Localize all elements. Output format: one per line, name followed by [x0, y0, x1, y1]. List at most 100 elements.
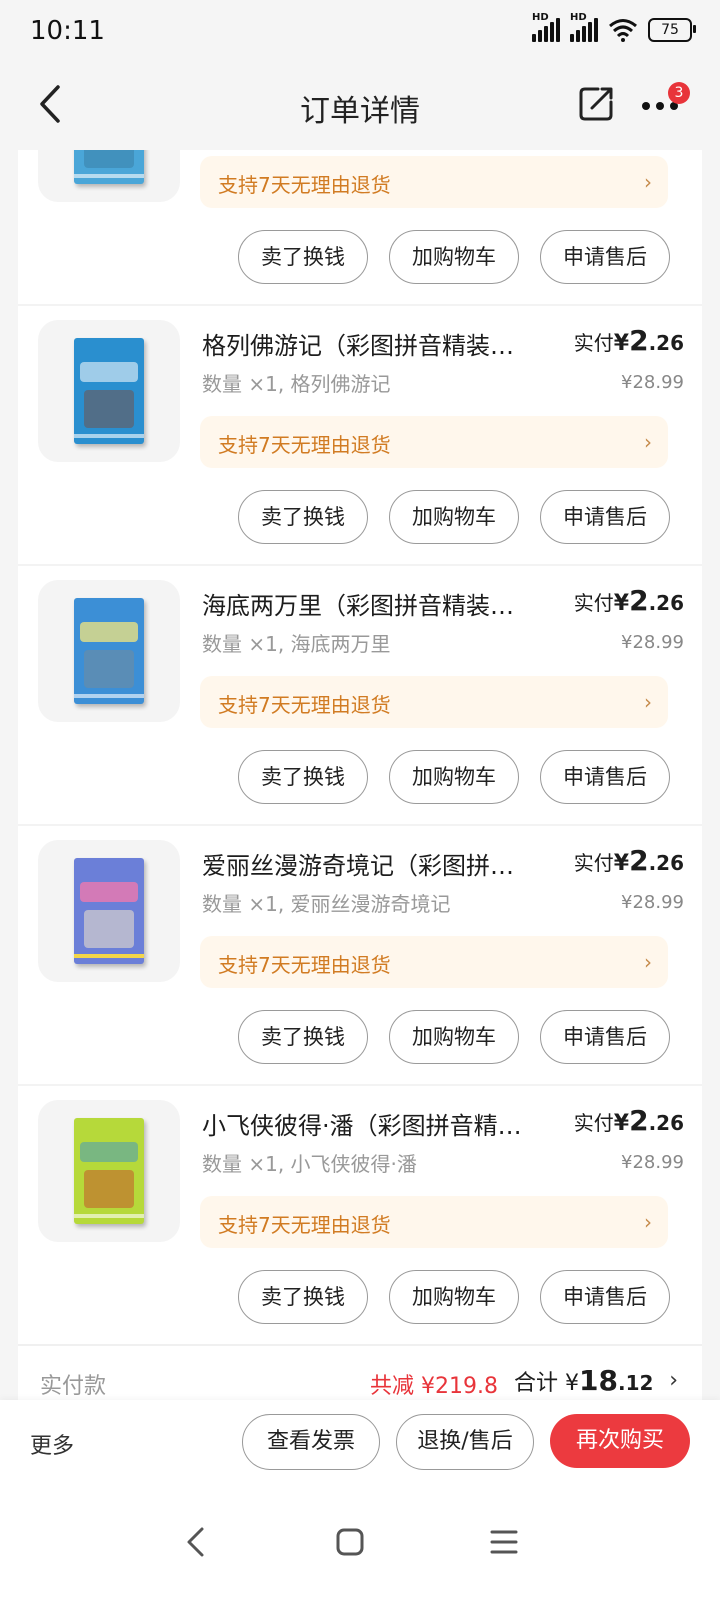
- product-thumbnail[interactable]: [38, 580, 180, 722]
- signal-icon: HD: [532, 12, 560, 42]
- chevron-right-icon: ›: [644, 690, 652, 714]
- after-sales-button[interactable]: 申请售后: [540, 230, 670, 284]
- return-policy-row[interactable]: 支持7天无理由退货 ›: [200, 936, 668, 988]
- return-policy-row[interactable]: 支持7天无理由退货 ›: [200, 1196, 668, 1248]
- return-policy-row[interactable]: 支持7天无理由退货 ›: [200, 156, 668, 208]
- chevron-right-icon: ›: [644, 1210, 652, 1234]
- buy-again-button[interactable]: 再次购买: [550, 1414, 690, 1468]
- original-price: ¥28.99: [621, 1152, 684, 1173]
- return-policy-row[interactable]: 支持7天无理由退货 ›: [200, 676, 668, 728]
- return-policy-text: 支持7天无理由退货: [218, 1213, 391, 1237]
- after-sales-button[interactable]: 申请售后: [540, 750, 670, 804]
- sell-button[interactable]: 卖了换钱: [238, 230, 368, 284]
- sell-button[interactable]: 卖了换钱: [238, 1010, 368, 1064]
- order-item: 格列佛游记（彩图拼音精装… 实付¥2.26 数量 ×1, 格列佛游记 ¥28.9…: [18, 306, 702, 566]
- book-cover-image: [74, 338, 144, 444]
- after-sales-button[interactable]: 申请售后: [540, 1270, 670, 1324]
- product-name[interactable]: 爱丽丝漫游奇境记（彩图拼…: [202, 846, 562, 881]
- more-dots-icon: [642, 102, 678, 110]
- book-cover-image: [74, 150, 144, 184]
- paid-price: 实付¥2.26: [574, 844, 684, 877]
- price-integer: 2: [629, 1104, 649, 1137]
- add-to-cart-button[interactable]: 加购物车: [389, 1010, 519, 1064]
- return-after-sales-button[interactable]: 退换/售后: [396, 1414, 534, 1470]
- payment-summary-row[interactable]: 实付款 共减 ¥219.8 合计 ¥18.12 ›: [18, 1344, 702, 1400]
- order-item: 小飞侠彼得·潘（彩图拼音精… 实付¥2.26 数量 ×1, 小飞侠彼得·潘 ¥2…: [18, 1086, 702, 1346]
- system-nav-bar: [0, 1484, 720, 1600]
- paid-amount-label: 实付款: [40, 1374, 107, 1399]
- product-thumbnail[interactable]: [38, 840, 180, 982]
- quantity-text: 数量 ×1, 海底两万里: [202, 632, 391, 656]
- product-thumbnail[interactable]: [38, 1100, 180, 1242]
- add-to-cart-button[interactable]: 加购物车: [389, 1270, 519, 1324]
- nav-header: 订单详情 3: [0, 64, 720, 150]
- order-item: 海底两万里（彩图拼音精装… 实付¥2.26 数量 ×1, 海底两万里 ¥28.9…: [18, 566, 702, 826]
- bottom-action-bar: 更多 查看发票 退换/售后 再次购买: [0, 1400, 720, 1484]
- nav-menu-icon: [490, 1530, 518, 1554]
- chevron-right-icon: ›: [644, 950, 652, 974]
- return-policy-row[interactable]: 支持7天无理由退货 ›: [200, 416, 668, 468]
- price-integer: 2: [629, 584, 649, 617]
- paid-label: 实付: [573, 591, 614, 615]
- after-sales-button[interactable]: 申请售后: [540, 1010, 670, 1064]
- share-button[interactable]: [576, 84, 616, 124]
- sell-button[interactable]: 卖了换钱: [238, 750, 368, 804]
- after-sales-button[interactable]: 申请售后: [540, 490, 670, 544]
- book-cover-image: [74, 1118, 144, 1224]
- total-amount: 合计 ¥18.12: [514, 1364, 653, 1397]
- order-items-card: 支持7天无理由退货 › 卖了换钱 加购物车 申请售后 格列佛游记（彩图拼音精装……: [18, 150, 702, 1400]
- quantity-text: 数量 ×1, 爱丽丝漫游奇境记: [202, 892, 451, 916]
- view-invoice-button[interactable]: 查看发票: [242, 1414, 380, 1470]
- paid-price: 实付¥2.26: [574, 324, 684, 357]
- total-integer: 18: [579, 1364, 618, 1397]
- currency-symbol: ¥: [613, 851, 630, 876]
- price-integer: 2: [629, 844, 649, 877]
- currency-symbol: ¥: [613, 331, 630, 356]
- order-item-partial: 支持7天无理由退货 › 卖了换钱 加购物车 申请售后: [18, 150, 702, 306]
- nav-back-icon: [187, 1527, 204, 1557]
- product-thumbnail[interactable]: [38, 320, 180, 462]
- return-policy-text: 支持7天无理由退货: [218, 173, 391, 197]
- original-price: ¥28.99: [621, 372, 684, 393]
- nav-home-button[interactable]: [320, 1512, 380, 1572]
- add-to-cart-button[interactable]: 加购物车: [389, 490, 519, 544]
- price-decimal: .26: [648, 1111, 684, 1135]
- notification-badge: 3: [668, 82, 690, 104]
- product-name[interactable]: 格列佛游记（彩图拼音精装…: [202, 326, 562, 361]
- nav-back-button[interactable]: [166, 1512, 226, 1572]
- return-policy-text: 支持7天无理由退货: [218, 433, 391, 457]
- sell-button[interactable]: 卖了换钱: [238, 1270, 368, 1324]
- share-icon: [579, 87, 613, 121]
- more-link[interactable]: 更多: [30, 1428, 74, 1460]
- nav-home-icon: [336, 1528, 364, 1556]
- sell-button[interactable]: 卖了换钱: [238, 490, 368, 544]
- paid-price: 实付¥2.26: [574, 1104, 684, 1137]
- product-thumbnail[interactable]: [38, 150, 180, 202]
- original-price: ¥28.99: [621, 892, 684, 913]
- return-policy-text: 支持7天无理由退货: [218, 693, 391, 717]
- total-decimal: .12: [617, 1371, 654, 1395]
- book-cover-image: [74, 858, 144, 964]
- product-name[interactable]: 海底两万里（彩图拼音精装…: [202, 586, 562, 621]
- total-label: 合计 ¥: [514, 1371, 579, 1396]
- return-policy-text: 支持7天无理由退货: [218, 953, 391, 977]
- price-decimal: .26: [648, 851, 684, 875]
- hd-label: HD: [570, 12, 587, 23]
- price-decimal: .26: [648, 591, 684, 615]
- hd-label: HD: [532, 12, 549, 23]
- price-integer: 2: [629, 324, 649, 357]
- battery-icon: 75: [648, 18, 696, 42]
- product-name[interactable]: 小飞侠彼得·潘（彩图拼音精…: [202, 1106, 562, 1141]
- paid-label: 实付: [573, 331, 614, 355]
- nav-menu-button[interactable]: [474, 1512, 534, 1572]
- quantity-text: 数量 ×1, 格列佛游记: [202, 372, 391, 396]
- price-decimal: .26: [648, 331, 684, 355]
- status-bar: 10:11 HD HD 75: [0, 0, 720, 64]
- signal-icon: HD: [570, 12, 598, 42]
- currency-symbol: ¥: [613, 1111, 630, 1136]
- add-to-cart-button[interactable]: 加购物车: [389, 230, 519, 284]
- chevron-right-icon: ›: [644, 170, 652, 194]
- more-menu-button[interactable]: 3: [640, 82, 690, 126]
- paid-price: 实付¥2.26: [574, 584, 684, 617]
- add-to-cart-button[interactable]: 加购物车: [389, 750, 519, 804]
